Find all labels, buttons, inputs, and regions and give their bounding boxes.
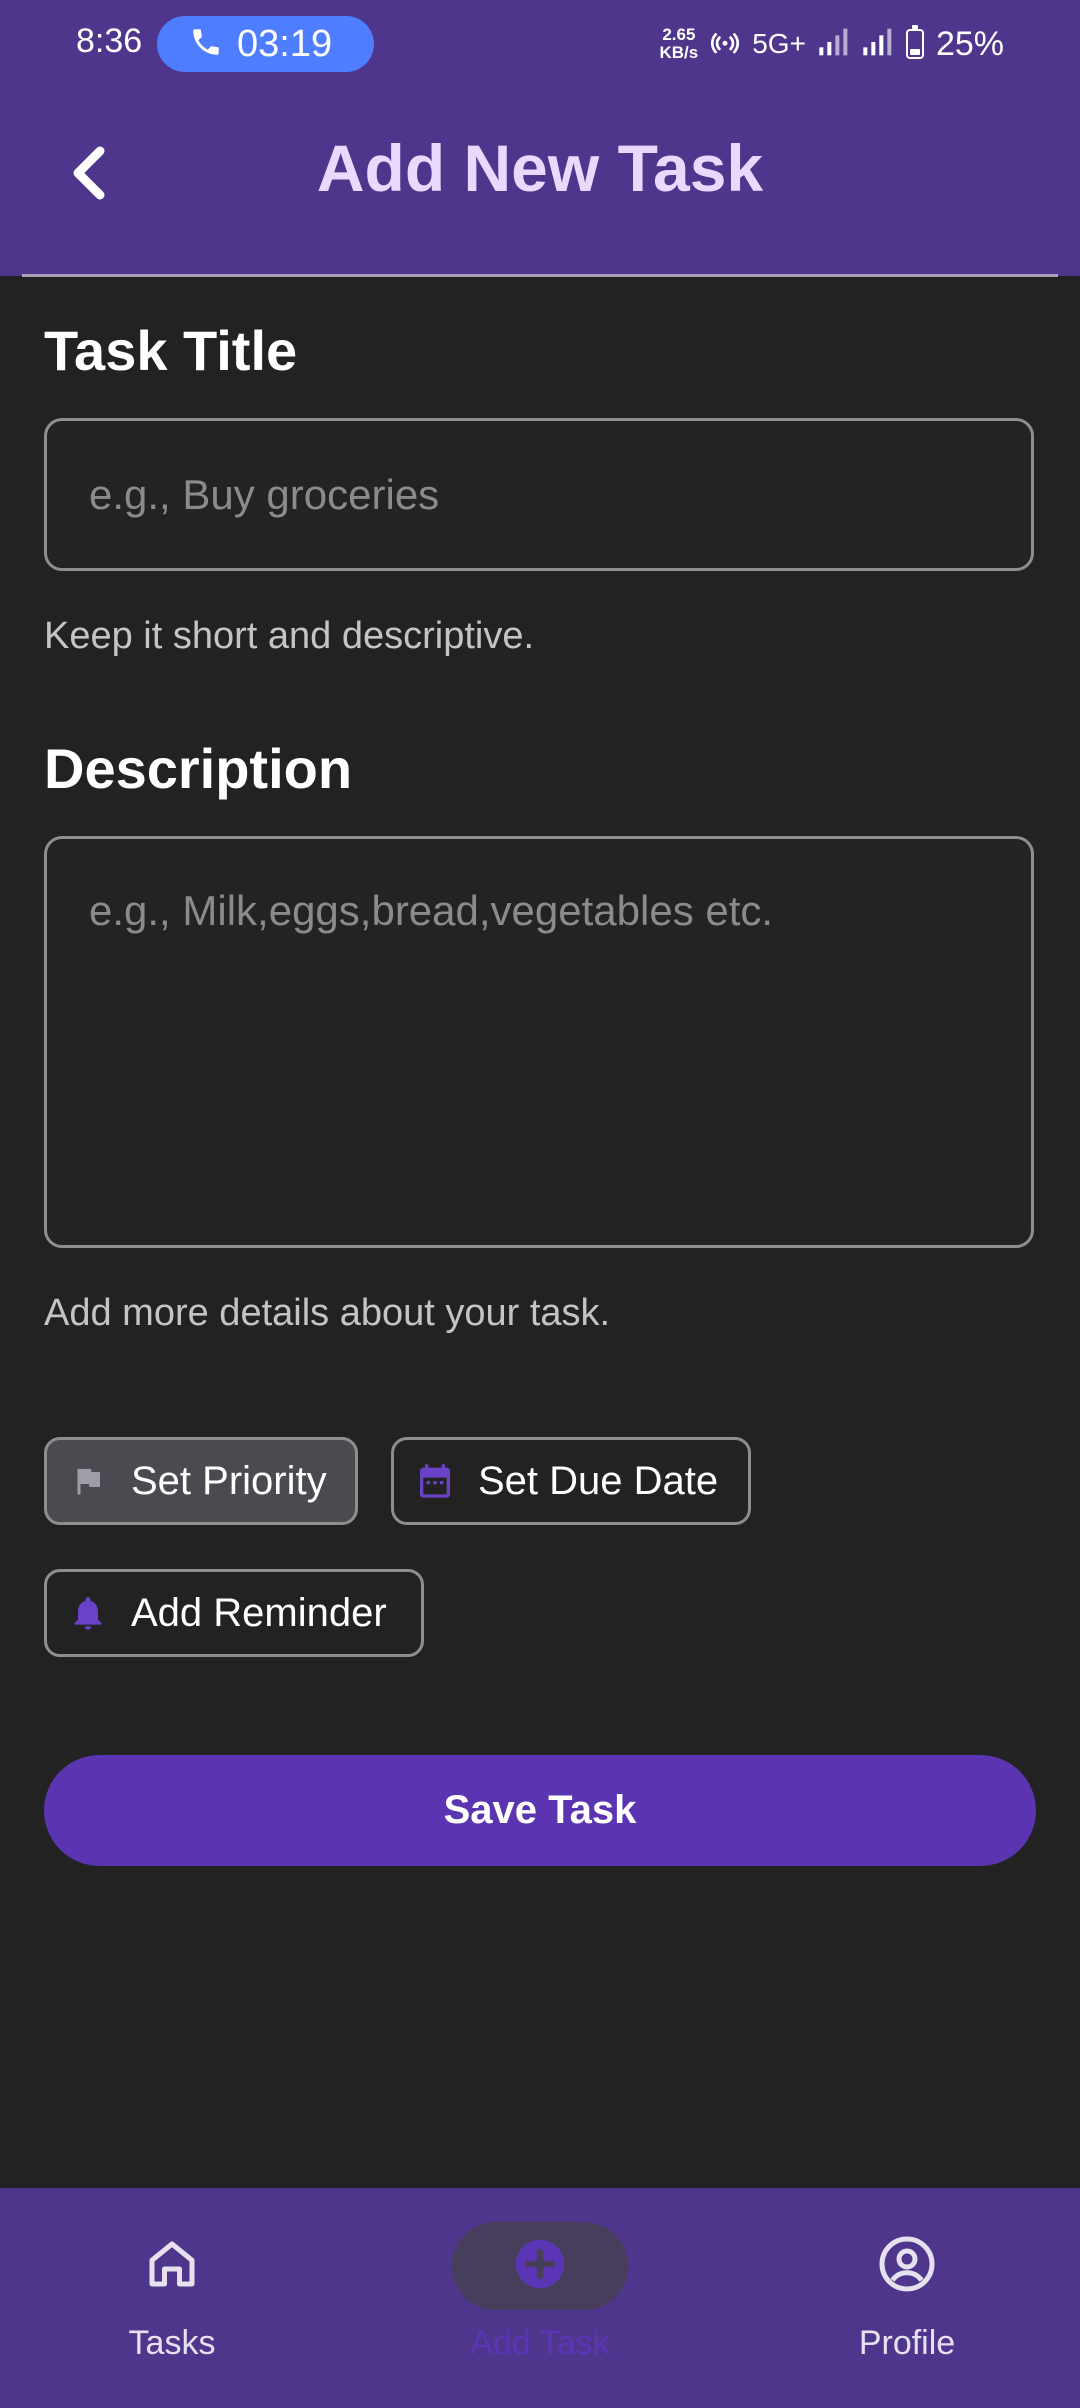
home-icon <box>142 2234 202 2299</box>
task-title-field <box>44 418 1034 571</box>
save-task-button[interactable]: Save Task <box>44 1755 1036 1866</box>
nav-label-profile: Profile <box>858 2324 956 2362</box>
set-due-date-label: Set Due Date <box>478 1458 719 1503</box>
set-due-date-chip[interactable]: Set Due Date <box>391 1437 751 1525</box>
set-priority-chip[interactable]: Set Priority <box>44 1437 358 1525</box>
nav-label-add-task: Add Task <box>470 2324 610 2362</box>
nav-item-tasks[interactable]: Tasks <box>84 2188 260 2408</box>
bottom-navigation: Tasks Add Task Profile <box>0 2188 1080 2408</box>
network-speed: 2.65 KB/s <box>659 25 699 62</box>
battery-icon <box>905 25 924 59</box>
description-field <box>44 836 1034 1248</box>
app-header: 8:36 03:19 2.65 KB/s 5G+ 25% Add New Tas… <box>0 0 1080 276</box>
description-input[interactable] <box>47 839 1031 1245</box>
hotspot-icon <box>710 27 740 62</box>
bell-icon <box>67 1592 109 1634</box>
ongoing-call-pill[interactable]: 03:19 <box>157 16 374 72</box>
task-title-label: Task Title <box>44 319 298 382</box>
header-divider <box>22 274 1058 277</box>
nav-item-profile[interactable]: Profile <box>819 2188 995 2408</box>
signal-icon-2 <box>862 27 894 62</box>
signal-icon-1 <box>818 27 850 62</box>
add-circle-icon <box>511 2235 569 2298</box>
flag-icon <box>67 1460 109 1502</box>
add-reminder-label: Add Reminder <box>131 1590 387 1635</box>
call-timer: 03:19 <box>237 22 333 65</box>
account-circle-icon <box>877 2234 937 2299</box>
add-reminder-chip[interactable]: Add Reminder <box>44 1569 424 1657</box>
nav-label-tasks: Tasks <box>128 2324 216 2362</box>
status-icons: 2.65 KB/s 5G+ 25% <box>660 20 1005 68</box>
status-bar: 8:36 03:19 2.65 KB/s 5G+ 25% <box>0 0 1080 90</box>
battery-percentage: 25% <box>935 24 1004 63</box>
nav-item-add-task[interactable]: Add Task <box>452 2188 628 2408</box>
page-title: Add New Task <box>316 131 764 205</box>
task-title-input[interactable] <box>47 421 1031 568</box>
description-label: Description <box>44 737 353 800</box>
description-helper: Add more details about your task. <box>44 1292 611 1334</box>
phone-icon <box>189 25 223 64</box>
task-title-helper: Keep it short and descriptive. <box>44 615 535 657</box>
network-type: 5G+ <box>752 28 806 59</box>
status-time: 8:36 <box>76 22 143 60</box>
set-priority-label: Set Priority <box>131 1458 327 1503</box>
calendar-icon <box>414 1460 456 1502</box>
